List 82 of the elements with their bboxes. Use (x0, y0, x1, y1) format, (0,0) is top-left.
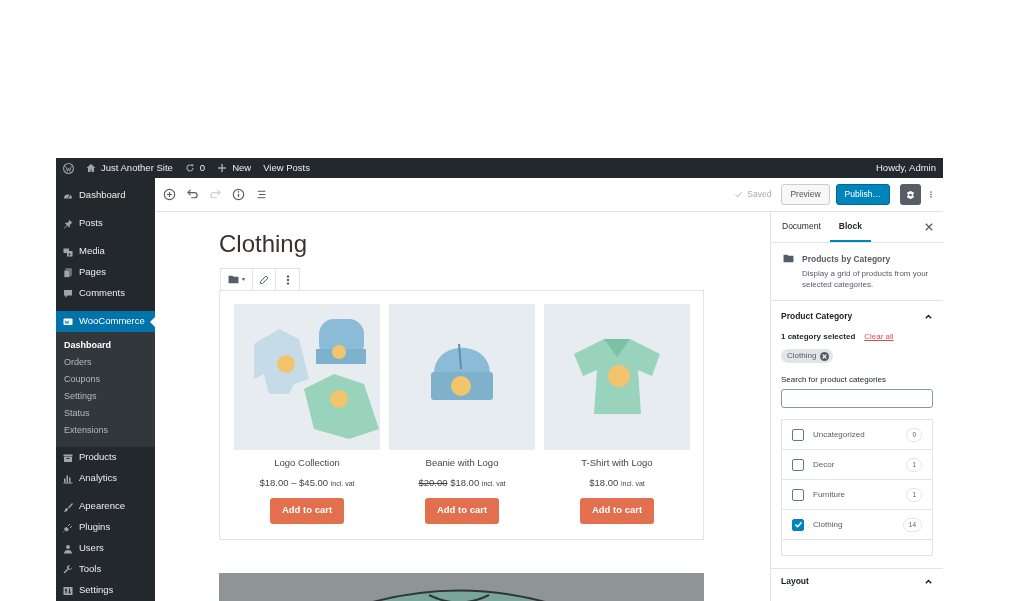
sidebar-item[interactable]: Products (56, 447, 155, 468)
info-icon[interactable] (232, 188, 245, 201)
sidebar-item[interactable]: Users (56, 538, 155, 559)
new-link[interactable]: New (232, 160, 252, 176)
checkbox[interactable] (792, 518, 804, 531)
checkbox[interactable] (792, 458, 804, 471)
category-name: Furniture (813, 488, 845, 501)
user-icon (63, 543, 73, 554)
paintbrush-icon (63, 501, 73, 512)
selection-count: 1 category selected (781, 331, 856, 344)
view-posts-link[interactable]: View Posts (263, 160, 310, 176)
publish-button[interactable]: Publish… (835, 184, 890, 205)
comment-icon (63, 288, 73, 299)
submenu-item[interactable]: Extensions (56, 422, 155, 439)
block-description: Display a grid of products from your selected categories. (802, 267, 930, 291)
undo-icon[interactable] (186, 188, 199, 201)
save-status: Saved (747, 188, 772, 201)
home-icon[interactable] (86, 163, 96, 173)
sidebar-item[interactable]: Dashboard (56, 185, 155, 206)
settings-icon (63, 585, 73, 596)
remove-icon[interactable] (820, 351, 830, 361)
refresh-icon[interactable] (184, 163, 195, 173)
close-icon (925, 223, 933, 231)
sidebar-item[interactable]: Pages (56, 262, 155, 283)
sidebar-item[interactable]: Settings (56, 580, 155, 601)
folder-icon (783, 253, 794, 264)
check-icon (734, 190, 744, 199)
add-block-icon[interactable] (163, 188, 176, 201)
sidebar-item[interactable]: Posts (56, 213, 155, 234)
submenu-item[interactable]: Dashboard (56, 337, 155, 354)
category-chip[interactable]: Clothing (781, 349, 834, 364)
sidebar-item[interactable]: WooCommerce (56, 311, 155, 332)
settings-button[interactable] (900, 184, 921, 205)
sidebar-item[interactable]: Tools (56, 559, 155, 580)
category-name: Uncategorized (813, 428, 865, 441)
clear-all-link[interactable]: Clear all (864, 331, 894, 344)
sidebar-item[interactable]: Analytics (56, 468, 155, 489)
chevron-icon (924, 577, 933, 587)
media-icon (63, 246, 73, 257)
pencil-icon (259, 274, 269, 285)
checkbox[interactable] (792, 428, 804, 441)
field-label: Search for product categories (781, 374, 887, 387)
more-options-icon[interactable] (927, 188, 935, 201)
plus-icon[interactable] (217, 163, 228, 173)
panel-tab[interactable]: Document (773, 212, 830, 242)
block-name: Products by Category (802, 253, 892, 266)
search-field[interactable] (781, 389, 933, 409)
section-toggle[interactable]: Layout (781, 569, 933, 595)
submenu-item[interactable]: Coupons (56, 371, 155, 388)
section-toggle[interactable]: Product Category (781, 301, 933, 332)
post-title[interactable]: Clothing (219, 232, 770, 256)
woocommerce-icon (63, 316, 73, 327)
sidebar-item[interactable]: Media (56, 241, 155, 262)
archive-icon (63, 452, 73, 463)
wrench-icon (63, 564, 73, 575)
category-name: Clothing (813, 518, 843, 531)
more-options-icon (284, 273, 291, 286)
submenu-item[interactable]: Status (56, 405, 155, 422)
product-name[interactable]: Logo Collection (274, 456, 340, 471)
wordpress-logo-icon[interactable] (63, 162, 74, 174)
site-name-link[interactable]: Just Another Site (101, 160, 173, 176)
product-name[interactable]: T-Shirt with Logo (581, 456, 653, 471)
gear-icon (906, 188, 915, 201)
category-name: Decor (813, 458, 835, 471)
sidebar-item[interactable]: Apearence (56, 496, 155, 517)
plug-icon (63, 522, 73, 533)
submenu-item[interactable]: Orders (56, 354, 155, 371)
bar-chart-icon (63, 473, 73, 484)
greeting-link[interactable]: Howdy, Admin (876, 160, 936, 176)
folder-icon (227, 274, 239, 285)
list-icon[interactable] (255, 188, 268, 201)
submenu-item[interactable]: Settings (56, 388, 155, 405)
preview-button[interactable]: Preview (781, 184, 830, 205)
pin-icon (63, 218, 73, 229)
product-name[interactable]: Beanie with Logo (425, 456, 499, 471)
sidebar-item[interactable]: Plugins (56, 517, 155, 538)
pages-icon (63, 267, 73, 278)
panel-tab[interactable]: Block (829, 212, 871, 242)
sidebar-item[interactable]: Comments (56, 283, 155, 304)
update-count[interactable]: 0 (199, 160, 206, 176)
checkbox[interactable] (792, 488, 804, 501)
caret-icon (240, 277, 246, 282)
